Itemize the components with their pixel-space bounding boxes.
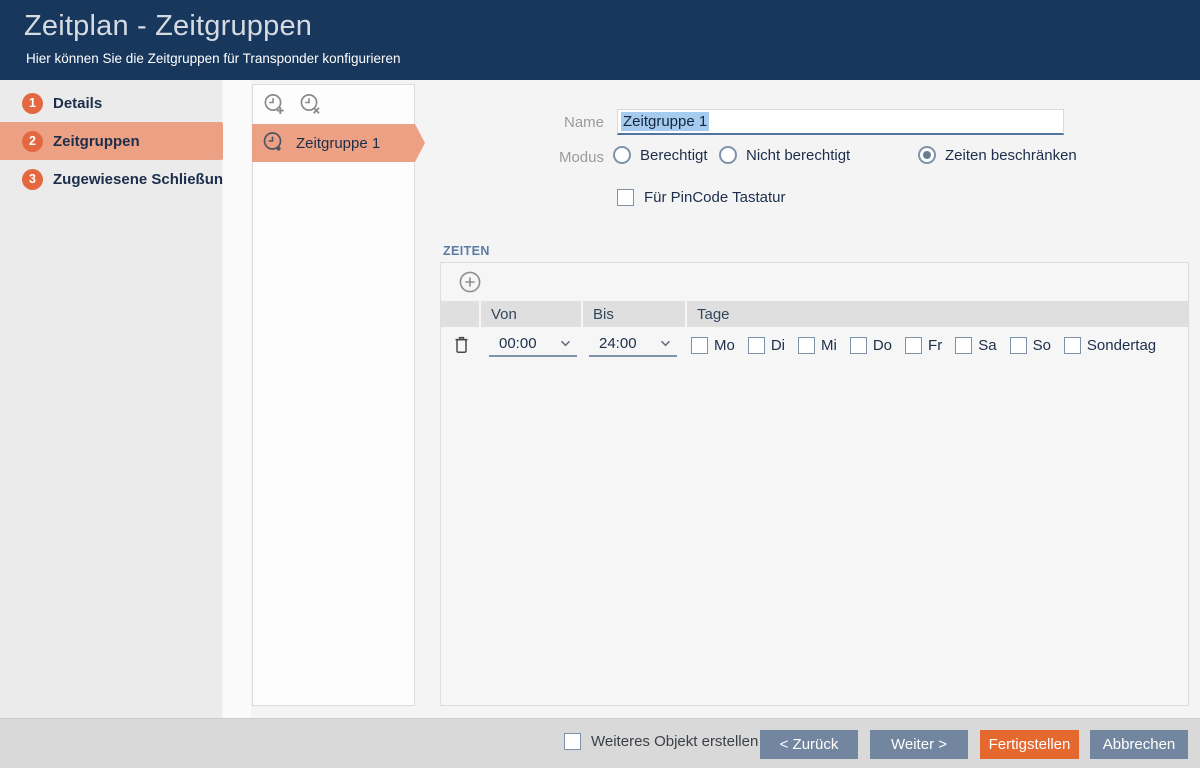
day-checkbox-sa[interactable]: Sa	[955, 337, 996, 354]
day-label: Do	[873, 337, 892, 354]
dialog-footer: Weiteres Objekt erstellen < Zurück Weite…	[0, 718, 1200, 768]
tage-cell: Mo Di Mi Do Fr	[687, 337, 1188, 354]
checkbox-box	[1010, 337, 1027, 354]
day-checkbox-fr[interactable]: Fr	[905, 337, 942, 354]
name-input-value: Zeitgruppe 1	[621, 112, 709, 131]
wizard-step-sidebar: 1 Details 2 Zeitgruppen 3 Zugewiesene Sc…	[0, 80, 222, 718]
cancel-button[interactable]: Abbrechen	[1090, 730, 1188, 759]
panel-gutter	[223, 80, 251, 718]
page-title: Zeitplan - Zeitgruppen	[24, 10, 312, 43]
zeiten-toolbar	[441, 263, 1188, 301]
checkbox-box	[748, 337, 765, 354]
wizard-step-schliessungen[interactable]: 3 Zugewiesene Schließungen	[0, 160, 222, 198]
checkbox-box	[905, 337, 922, 354]
wizard-step-zeitgruppen[interactable]: 2 Zeitgruppen	[0, 122, 222, 160]
add-time-group-button[interactable]	[261, 91, 289, 119]
wizard-step-label: Zeitgruppen	[53, 133, 140, 150]
trash-icon	[454, 336, 469, 354]
checkbox-box	[798, 337, 815, 354]
day-checkbox-so[interactable]: So	[1010, 337, 1051, 354]
radio-zeiten-beschraenken[interactable]: Zeiten beschränken	[918, 146, 1077, 164]
radio-berechtigt[interactable]: Berechtigt	[613, 146, 708, 164]
time-group-list-panel: Zeitgruppe 1	[252, 84, 415, 706]
chevron-down-icon	[560, 340, 571, 347]
von-value: 00:00	[499, 335, 537, 352]
radio-circle	[719, 146, 737, 164]
header-cell-bis: Bis	[583, 301, 685, 327]
radio-circle	[613, 146, 631, 164]
selected-item-arrow	[415, 124, 425, 162]
zeiten-table-header: Von Bis Tage	[441, 301, 1188, 327]
zeiten-panel: Von Bis Tage 00:00	[440, 262, 1189, 706]
clock-add-icon	[262, 92, 288, 118]
radio-label: Nicht berechtigt	[746, 147, 850, 164]
day-checkbox-di[interactable]: Di	[748, 337, 785, 354]
chevron-down-icon	[660, 340, 671, 347]
name-field-label: Name	[470, 114, 604, 131]
bis-dropdown[interactable]: 24:00	[589, 333, 677, 357]
header-cell-tage: Tage	[687, 301, 1188, 327]
create-another-checkbox[interactable]: Weiteres Objekt erstellen	[564, 733, 758, 750]
clock-icon	[261, 130, 287, 156]
step-number-badge: 3	[22, 169, 43, 190]
time-group-list-item[interactable]: Zeitgruppe 1	[252, 124, 415, 162]
bis-cell: 24:00	[583, 333, 687, 357]
time-group-toolbar	[253, 85, 414, 125]
radio-circle	[918, 146, 936, 164]
day-checkbox-mo[interactable]: Mo	[691, 337, 735, 354]
day-label: Mi	[821, 337, 837, 354]
finish-button[interactable]: Fertigstellen	[980, 730, 1079, 759]
day-label: Fr	[928, 337, 942, 354]
step-number-badge: 2	[22, 131, 43, 152]
zeiten-section-label: ZEITEN	[443, 244, 490, 258]
von-dropdown[interactable]: 00:00	[489, 333, 577, 357]
checkbox-box	[1064, 337, 1081, 354]
day-checkbox-sondertag[interactable]: Sondertag	[1064, 337, 1156, 354]
radio-label: Berechtigt	[640, 147, 708, 164]
dialog-header: Zeitplan - Zeitgruppen Hier können Sie d…	[0, 0, 1200, 80]
checkbox-box	[955, 337, 972, 354]
day-label: Di	[771, 337, 785, 354]
day-label: So	[1033, 337, 1051, 354]
add-time-row-button[interactable]	[456, 268, 484, 296]
pincode-checkbox-label: Für PinCode Tastatur	[644, 189, 785, 206]
row-actions-cell	[441, 335, 481, 355]
modus-field-label: Modus	[470, 149, 604, 166]
day-label: Sa	[978, 337, 996, 354]
clock-delete-icon	[298, 92, 324, 118]
page-subtitle: Hier können Sie die Zeitgruppen für Tran…	[26, 51, 400, 66]
pincode-checkbox[interactable]: Für PinCode Tastatur	[617, 189, 785, 206]
back-button[interactable]: < Zurück	[760, 730, 858, 759]
wizard-step-label: Details	[53, 95, 102, 112]
checkbox-box	[850, 337, 867, 354]
name-input[interactable]: Zeitgruppe 1	[617, 109, 1064, 135]
von-cell: 00:00	[481, 333, 583, 357]
zeiten-table-row: 00:00 24:00 Mo	[441, 327, 1188, 363]
wizard-dialog: Zeitplan - Zeitgruppen Hier können Sie d…	[0, 0, 1200, 768]
header-cell-von: Von	[481, 301, 581, 327]
delete-row-button[interactable]	[451, 335, 471, 355]
bis-value: 24:00	[599, 335, 637, 352]
radio-nicht-berechtigt[interactable]: Nicht berechtigt	[719, 146, 850, 164]
step-number-badge: 1	[22, 93, 43, 114]
checkbox-box	[564, 733, 581, 750]
time-group-item-label: Zeitgruppe 1	[296, 135, 380, 152]
create-another-label: Weiteres Objekt erstellen	[591, 733, 758, 750]
add-circle-icon	[458, 270, 482, 294]
header-cell-actions	[441, 301, 479, 327]
wizard-step-details[interactable]: 1 Details	[0, 84, 222, 122]
day-label: Mo	[714, 337, 735, 354]
checkbox-box	[617, 189, 634, 206]
wizard-step-label: Zugewiesene Schließungen	[53, 171, 250, 188]
day-label: Sondertag	[1087, 337, 1156, 354]
radio-label: Zeiten beschränken	[945, 147, 1077, 164]
delete-time-group-button[interactable]	[297, 91, 325, 119]
checkbox-box	[691, 337, 708, 354]
day-checkbox-mi[interactable]: Mi	[798, 337, 837, 354]
day-checkbox-do[interactable]: Do	[850, 337, 892, 354]
next-button[interactable]: Weiter >	[870, 730, 968, 759]
